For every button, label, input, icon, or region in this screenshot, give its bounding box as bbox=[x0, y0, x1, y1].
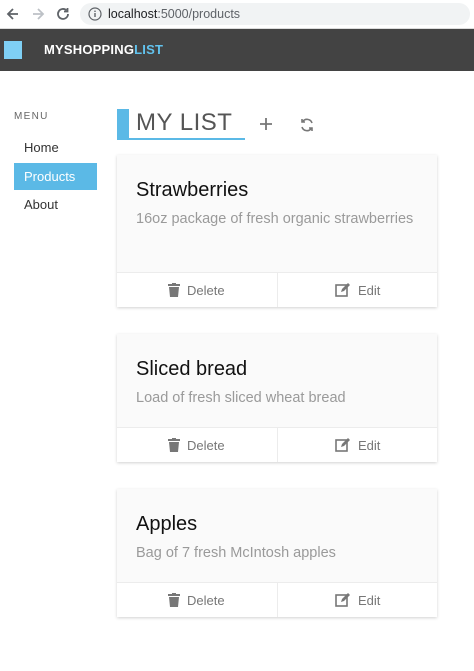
reload-icon[interactable] bbox=[53, 4, 73, 24]
url-path: :5000/products bbox=[157, 7, 241, 21]
info-icon[interactable] bbox=[88, 7, 102, 21]
sidebar-item-about[interactable]: About bbox=[14, 191, 97, 218]
brand-shopping: SHOPPING bbox=[63, 42, 135, 57]
menu-label: MENU bbox=[14, 111, 49, 122]
brand-name[interactable]: MYSHOPPINGLIST bbox=[44, 42, 163, 57]
product-description: 16oz package of fresh organic strawberri… bbox=[136, 211, 414, 227]
delete-button[interactable]: Delete bbox=[117, 428, 277, 462]
card-actions: Delete Edit bbox=[117, 272, 437, 307]
delete-label: Delete bbox=[187, 593, 225, 608]
edit-button[interactable]: Edit bbox=[277, 428, 437, 462]
edit-label: Edit bbox=[358, 593, 381, 608]
back-arrow-icon[interactable] bbox=[3, 4, 23, 24]
product-description: Load of fresh sliced wheat bread bbox=[136, 390, 346, 406]
card-actions: Delete Edit bbox=[117, 582, 437, 617]
product-description: Bag of 7 fresh McIntosh apples bbox=[136, 545, 336, 561]
trash-icon bbox=[168, 438, 180, 452]
delete-label: Delete bbox=[187, 283, 225, 298]
title-accent-bar bbox=[117, 109, 129, 138]
brand-list: LIST bbox=[134, 42, 164, 57]
brand-my: MY bbox=[44, 42, 64, 57]
sidebar-item-products[interactable]: Products bbox=[14, 163, 97, 190]
app-header: MYSHOPPINGLIST bbox=[0, 29, 474, 71]
product-name: Sliced bread bbox=[136, 358, 248, 380]
product-card: Strawberries 16oz package of fresh organ… bbox=[117, 155, 437, 307]
edit-label: Edit bbox=[358, 438, 381, 453]
forward-arrow-icon[interactable] bbox=[28, 4, 48, 24]
delete-label: Delete bbox=[187, 438, 225, 453]
url-text: localhost:5000/products bbox=[108, 7, 240, 21]
trash-icon bbox=[168, 283, 180, 297]
product-card: Sliced bread Load of fresh sliced wheat … bbox=[117, 334, 437, 462]
product-card: Apples Bag of 7 fresh McIntosh apples De… bbox=[117, 489, 437, 617]
trash-icon bbox=[168, 593, 180, 607]
delete-button[interactable]: Delete bbox=[117, 583, 277, 617]
refresh-icon[interactable] bbox=[298, 116, 316, 134]
edit-icon bbox=[335, 283, 350, 297]
edit-icon bbox=[335, 438, 350, 452]
browser-toolbar: localhost:5000/products bbox=[0, 0, 474, 29]
address-bar[interactable]: localhost:5000/products bbox=[80, 3, 470, 25]
product-name: Strawberries bbox=[136, 179, 249, 201]
sidebar-item-home[interactable]: Home bbox=[14, 134, 97, 161]
page-title: MY LIST bbox=[136, 109, 233, 136]
card-actions: Delete Edit bbox=[117, 427, 437, 462]
edit-label: Edit bbox=[358, 283, 381, 298]
logo-square-icon[interactable] bbox=[4, 41, 22, 59]
edit-button[interactable]: Edit bbox=[277, 273, 437, 307]
product-name: Apples bbox=[136, 513, 198, 535]
edit-icon bbox=[335, 593, 350, 607]
url-host: localhost bbox=[108, 7, 158, 21]
delete-button[interactable]: Delete bbox=[117, 273, 277, 307]
edit-button[interactable]: Edit bbox=[277, 583, 437, 617]
title-underline bbox=[117, 138, 245, 140]
plus-icon[interactable] bbox=[257, 115, 275, 133]
